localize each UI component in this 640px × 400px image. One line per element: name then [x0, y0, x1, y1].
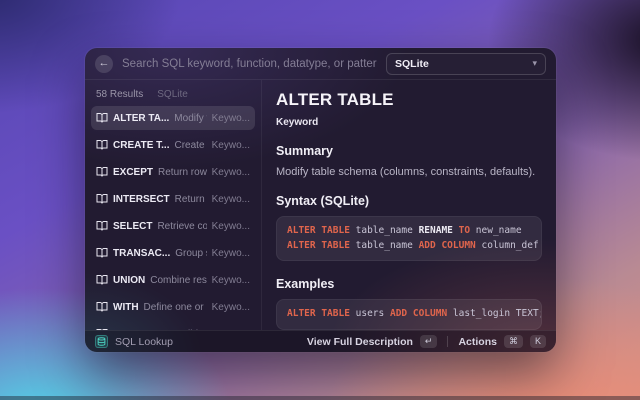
summary-heading: Summary — [276, 144, 542, 158]
result-subtitle: Retrieve colu... — [157, 221, 206, 232]
syntax-code-block: ALTER TABLE table_name RENAME TO new_nam… — [276, 216, 542, 261]
book-open-icon — [96, 139, 108, 151]
app-name: SQL Lookup — [115, 336, 173, 348]
result-item[interactable]: WITH Define one or m... Keywo... — [91, 295, 255, 319]
syntax-heading: Syntax (SQLite) — [276, 194, 542, 208]
code-token: table_name — [356, 225, 419, 236]
result-tag: Keywo... — [212, 221, 250, 232]
enter-key-badge[interactable]: ↵ — [420, 335, 438, 348]
wallpaper-bottom-strip — [0, 396, 640, 400]
code-token: RENAME — [419, 225, 459, 236]
book-open-icon — [96, 112, 108, 124]
code-line: ALTER TABLE users ADD COLUMN last_login … — [287, 307, 531, 322]
result-title: WITH — [113, 302, 139, 313]
summary-text: Modify table schema (columns, constraint… — [276, 166, 542, 178]
view-full-description-button[interactable]: View Full Description — [307, 336, 413, 348]
result-title: SELECT — [113, 221, 152, 232]
code-line: ALTER TABLE table_name RENAME TO new_nam… — [287, 224, 531, 239]
database-icon — [95, 335, 108, 348]
result-title: EXCEPT — [113, 167, 153, 178]
code-token: ALTER TABLE — [287, 308, 356, 319]
result-subtitle: Return ro... — [175, 194, 207, 205]
detail-title: ALTER TABLE — [276, 90, 542, 110]
result-tag: Keywo... — [212, 275, 250, 286]
book-open-icon — [96, 247, 108, 259]
book-open-icon — [96, 193, 108, 205]
code-token: new_name — [476, 225, 522, 236]
book-open-icon — [96, 220, 108, 232]
result-subtitle: Create a... — [174, 140, 206, 151]
result-tag: Keywo... — [212, 113, 250, 124]
result-title: UNION — [113, 275, 145, 286]
result-item[interactable]: CREATE T... Create a... Keywo... — [91, 133, 255, 157]
result-title: TRANSAC... — [113, 248, 170, 259]
result-title: ALTER TA... — [113, 113, 169, 124]
result-subtitle: Modify ta... — [174, 113, 206, 124]
back-button[interactable]: ← — [95, 55, 113, 73]
search-bar: ← SQLite ▾ — [85, 48, 556, 80]
actions-button[interactable]: Actions — [458, 336, 497, 348]
result-subtitle: Define one or m... — [144, 302, 207, 313]
code-token: ADD COLUMN — [390, 308, 453, 319]
detail-type-badge: Keyword — [276, 117, 542, 128]
result-tag: Keywo... — [212, 140, 250, 151]
result-subtitle: Group st... — [175, 248, 206, 259]
language-dropdown-value: SQLite — [395, 58, 429, 70]
result-item[interactable]: UNION Combine resul... Keywo... — [91, 268, 255, 292]
result-item[interactable]: WITH REC... Build rec... Keywo... — [91, 322, 255, 330]
code-token: column_def — [481, 240, 538, 251]
results-count: 58 Results — [96, 89, 143, 100]
code-line: ALTER TABLE table_name ADD COLUMN column… — [287, 239, 531, 254]
result-item[interactable]: SELECT Retrieve colu... Keywo... — [91, 214, 255, 238]
result-title: CREATE T... — [113, 140, 169, 151]
book-open-icon — [96, 328, 108, 330]
result-tag: Keywo... — [212, 194, 250, 205]
examples-heading: Examples — [276, 277, 542, 291]
book-open-icon — [96, 301, 108, 313]
chevron-down-icon: ▾ — [532, 58, 537, 69]
results-header: 58 Results SQLite — [91, 85, 255, 106]
code-token: users — [356, 308, 390, 319]
code-token: ALTER TABLE — [287, 240, 356, 251]
desktop-wallpaper: { "search": { "placeholder": "Search SQL… — [0, 0, 640, 400]
footer-separator — [447, 336, 448, 347]
code-token: ADD COLUMN — [419, 240, 482, 251]
result-tag: Keywo... — [212, 329, 250, 331]
book-open-icon — [96, 166, 108, 178]
results-sidebar: 58 Results SQLite ALTER TA... Modify ta.… — [85, 80, 262, 330]
examples-code-block: ALTER TABLE users ADD COLUMN last_login … — [276, 299, 542, 330]
code-token: TO — [459, 225, 476, 236]
code-token: table_name — [356, 240, 419, 251]
book-open-icon — [96, 274, 108, 286]
result-item[interactable]: ALTER TA... Modify ta... Keywo... — [91, 106, 255, 130]
code-token: ALTER TABLE — [287, 225, 356, 236]
language-dropdown[interactable]: SQLite ▾ — [386, 53, 546, 75]
app-window: ← SQLite ▾ 58 Results SQLite ALTER TA...… — [85, 48, 556, 352]
detail-pane: ALTER TABLE Keyword Summary Modify table… — [262, 80, 556, 330]
result-item[interactable]: EXCEPT Return rows f... Keywo... — [91, 160, 255, 184]
result-subtitle: Combine resul... — [150, 275, 206, 286]
results-scope: SQLite — [157, 89, 188, 100]
result-item[interactable]: INTERSECT Return ro... Keywo... — [91, 187, 255, 211]
result-item[interactable]: TRANSAC... Group st... Keywo... — [91, 241, 255, 265]
result-list: ALTER TA... Modify ta... Keywo... CREATE… — [91, 106, 255, 330]
result-tag: Keywo... — [212, 248, 250, 259]
code-token: last_login TEXT; — [453, 308, 542, 319]
result-subtitle: Build rec... — [176, 329, 207, 331]
content-area: 58 Results SQLite ALTER TA... Modify ta.… — [85, 80, 556, 330]
result-tag: Keywo... — [212, 167, 250, 178]
footer-action-bar: SQL Lookup View Full Description ↵ Actio… — [85, 330, 556, 352]
back-arrow-icon: ← — [99, 57, 110, 69]
result-tag: Keywo... — [212, 302, 250, 313]
search-input[interactable] — [122, 58, 377, 70]
result-title: INTERSECT — [113, 194, 170, 205]
k-key-badge[interactable]: K — [530, 335, 546, 348]
command-key-badge[interactable]: ⌘ — [504, 335, 523, 348]
result-subtitle: Return rows f... — [158, 167, 207, 178]
result-title: WITH REC... — [113, 329, 171, 331]
